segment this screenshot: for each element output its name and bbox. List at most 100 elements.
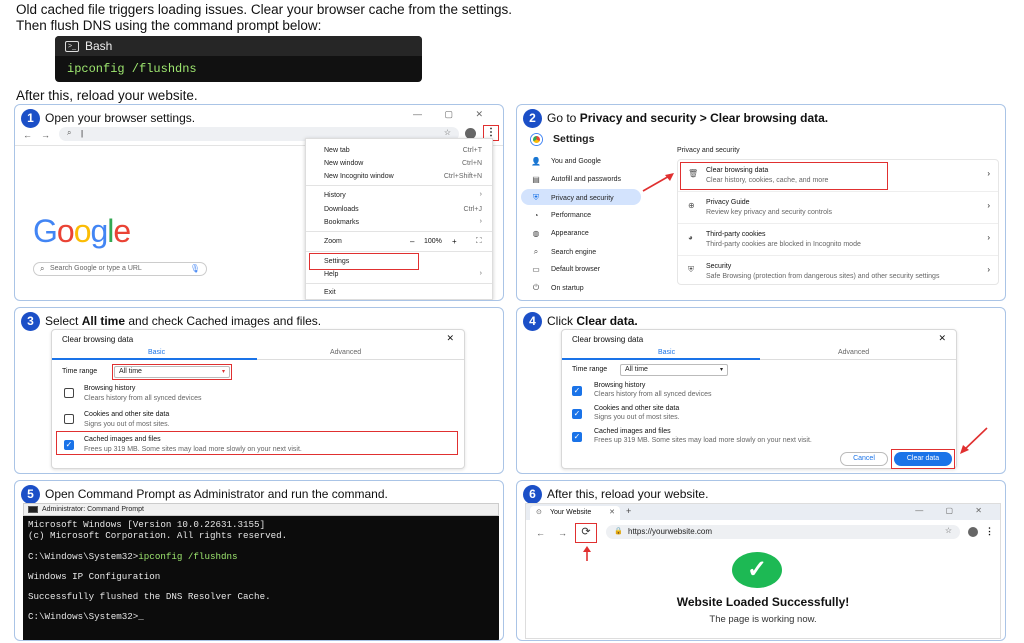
menu-item-help[interactable]: Help bbox=[324, 271, 338, 278]
menu-item-new-tab[interactable]: New tab bbox=[324, 147, 350, 154]
code-command[interactable]: ipconfig /flushdns bbox=[55, 56, 422, 82]
terminal-line: (c) Microsoft Corporation. All rights re… bbox=[28, 530, 288, 541]
zoom-out-button[interactable]: – bbox=[410, 237, 414, 246]
back-icon[interactable]: ← bbox=[23, 130, 32, 140]
terminal-titlebar: Administrator: Command Prompt bbox=[23, 503, 499, 516]
shortcut-incognito: Ctrl+Shift+N bbox=[443, 173, 482, 180]
menu-item-incognito[interactable]: New Incognito window bbox=[324, 173, 394, 180]
checkbox-browsing-history[interactable] bbox=[64, 388, 74, 398]
checkbox-browsing-history[interactable]: ✓ bbox=[572, 386, 582, 396]
step-title: Open your browser settings. bbox=[45, 111, 196, 125]
chevron-right-icon: › bbox=[479, 218, 482, 225]
address-bar[interactable]: 🔒 https://yourwebsite.com ☆ bbox=[606, 525, 960, 539]
google-search-box[interactable]: ⌕ Search Google or type a URL 🎙 bbox=[33, 262, 207, 276]
forward-icon[interactable]: → bbox=[558, 528, 567, 538]
back-icon[interactable]: ← bbox=[536, 528, 545, 538]
clear-data-highlight bbox=[891, 449, 955, 469]
step-number: 2 bbox=[523, 109, 542, 128]
terminal-command: ipconfig /flushdns bbox=[138, 551, 238, 562]
menu-item-history[interactable]: History bbox=[324, 192, 346, 199]
nav-autofill[interactable]: ▤ Autofill and passwords bbox=[531, 175, 621, 184]
tab-advanced[interactable]: Advanced bbox=[838, 349, 869, 356]
close-icon[interactable]: ✕ bbox=[938, 333, 946, 344]
tab-advanced[interactable]: Advanced bbox=[330, 349, 361, 356]
terminal-line: Windows IP Configuration bbox=[28, 571, 161, 582]
checkbox-cached-images[interactable]: ✓ bbox=[572, 432, 582, 442]
bookmark-star-icon[interactable]: ☆ bbox=[444, 128, 451, 137]
chrome-logo-icon bbox=[531, 134, 542, 145]
item-desc: Clears history from all synced devices bbox=[84, 395, 202, 402]
address-text: | bbox=[81, 129, 84, 138]
nav-label: Privacy and security bbox=[551, 194, 614, 202]
close-icon[interactable]: ✕ bbox=[446, 333, 454, 344]
nav-label: Autofill and passwords bbox=[551, 176, 622, 183]
compass-icon: ⊕ bbox=[688, 201, 695, 210]
new-tab-icon[interactable]: + bbox=[626, 506, 631, 516]
step-1-panel: 1 Open your browser settings. — ▢ ✕ ← → … bbox=[14, 104, 504, 301]
menu-separator bbox=[306, 185, 492, 186]
mic-icon[interactable]: 🎙 bbox=[190, 264, 200, 273]
nav-privacy-security[interactable]: ⛨ Privacy and security bbox=[531, 193, 614, 203]
checkbox-cookies[interactable] bbox=[64, 414, 74, 424]
nav-label: You and Google bbox=[551, 158, 601, 165]
tab-basic[interactable]: Basic bbox=[148, 349, 165, 356]
step-number: 1 bbox=[21, 109, 40, 128]
step-title-prefix: Go to bbox=[547, 111, 580, 125]
dialog-title: Clear browsing data bbox=[62, 335, 134, 344]
success-heading: Website Loaded Successfully! bbox=[676, 595, 850, 609]
menu-item-new-window[interactable]: New window bbox=[324, 160, 363, 167]
intro-line-2: Then flush DNS using the command prompt … bbox=[16, 18, 322, 33]
bookmark-star-icon[interactable]: ☆ bbox=[945, 526, 952, 535]
menu-kebab-icon[interactable]: ⋮ bbox=[985, 526, 994, 537]
row-third-party-cookies[interactable]: ◕ Third-party cookies Third-party cookie… bbox=[678, 224, 998, 254]
reload-icon[interactable]: ⟳ bbox=[575, 523, 597, 543]
profile-avatar[interactable] bbox=[968, 527, 978, 537]
nav-you-and-google[interactable]: 👤 You and Google bbox=[531, 157, 601, 166]
nav-search-engine[interactable]: ⌕ Search engine bbox=[531, 247, 596, 257]
intro-text: Old cached file triggers loading issues.… bbox=[16, 2, 512, 34]
forward-icon[interactable]: → bbox=[41, 130, 50, 140]
browser-tab[interactable]: ⊙ Your Website ✕ bbox=[530, 506, 620, 520]
nav-appearance[interactable]: ◍ Appearance bbox=[531, 229, 589, 238]
chevron-right-icon: › bbox=[987, 233, 990, 242]
fullscreen-icon[interactable]: ⛶ bbox=[476, 236, 482, 246]
step-title-bold: All time bbox=[81, 314, 126, 328]
nav-performance[interactable]: ◔ Performance bbox=[531, 211, 592, 220]
row-privacy-guide[interactable]: ⊕ Privacy Guide Review key privacy and s… bbox=[678, 192, 998, 222]
settings-title: Settings bbox=[553, 133, 595, 145]
row-desc: Review key privacy and security controls bbox=[706, 209, 833, 216]
nav-default-browser[interactable]: ▭ Default browser bbox=[531, 265, 600, 274]
zoom-level: 100% bbox=[424, 238, 442, 245]
menu-item-downloads[interactable]: Downloads bbox=[324, 206, 359, 213]
nav-label: Default browser bbox=[551, 266, 601, 273]
menu-item-exit[interactable]: Exit bbox=[324, 289, 336, 296]
item-title: Browsing history bbox=[84, 385, 136, 392]
item-desc: Signs you out of most sites. bbox=[594, 414, 680, 421]
close-icon[interactable]: ✕ bbox=[609, 508, 615, 516]
nav-label: Appearance bbox=[551, 230, 589, 237]
checkbox-cookies[interactable]: ✓ bbox=[572, 409, 582, 419]
step-4-panel: 4 Click Clear data. Clear browsing data … bbox=[516, 307, 1006, 474]
zoom-in-button[interactable]: + bbox=[452, 237, 457, 246]
menu-item-bookmarks[interactable]: Bookmarks bbox=[324, 219, 359, 226]
window-controls[interactable]: — ▢ ✕ bbox=[915, 506, 992, 515]
step-5-panel: 5 Open Command Prompt as Administrator a… bbox=[14, 480, 504, 641]
nav-on-startup[interactable]: ⏻ On startup bbox=[531, 283, 584, 293]
item-desc: Signs you out of most sites. bbox=[84, 421, 170, 428]
step-number: 3 bbox=[21, 312, 40, 331]
shield-icon: ⛨ bbox=[533, 193, 539, 202]
chevron-right-icon: › bbox=[987, 201, 990, 210]
tab-basic[interactable]: Basic bbox=[658, 349, 675, 356]
power-icon: ⏻ bbox=[532, 283, 540, 292]
arrow-to-clear-data bbox=[642, 173, 674, 192]
cached-images-highlight bbox=[56, 431, 458, 455]
shield-icon: ⛨ bbox=[688, 265, 694, 274]
window-controls[interactable]: — ▢ ✕ bbox=[413, 109, 493, 120]
time-range-select[interactable]: All time ▾ bbox=[620, 364, 728, 376]
row-security[interactable]: ⛨ Security Safe Browsing (protection fro… bbox=[678, 256, 998, 286]
cancel-button[interactable]: Cancel bbox=[840, 452, 888, 466]
clipboard-icon: ▤ bbox=[532, 175, 540, 184]
gauge-icon: ◔ bbox=[533, 211, 539, 220]
command-prompt-window[interactable]: Administrator: Command Prompt Microsoft … bbox=[23, 503, 499, 640]
browser-icon: ▭ bbox=[532, 265, 540, 274]
